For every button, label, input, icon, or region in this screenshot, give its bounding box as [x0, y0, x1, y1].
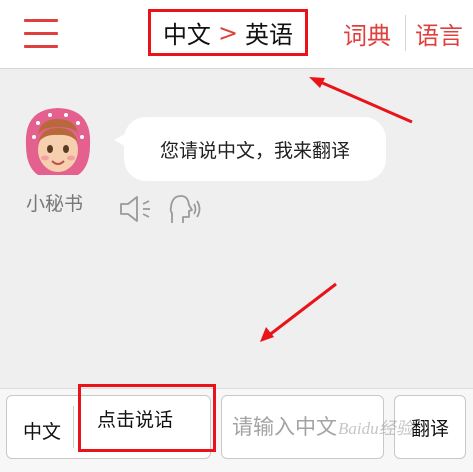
assistant-message: 您请说中文，我来翻译 [159, 139, 350, 162]
top-bar: 中文 > 英语 词典 语言 [0, 0, 473, 69]
tap-to-talk-button[interactable]: 点击说话 [78, 384, 216, 452]
language-arrow: > [217, 18, 239, 47]
translate-button[interactable]: 翻译 [394, 395, 466, 459]
assistant-name: 小秘书 [26, 193, 84, 215]
assistant-message-bubble: 您请说中文，我来翻译 [124, 117, 386, 181]
assistant-avatar [25, 108, 91, 175]
input-divider [73, 406, 74, 448]
dictionary-button[interactable]: 词典 [343, 16, 391, 51]
header-divider [405, 15, 406, 51]
input-language-toggle[interactable]: 中文 [23, 417, 61, 444]
target-language: 英语 [245, 21, 294, 49]
hamburger-menu-icon[interactable] [24, 19, 58, 49]
text-input-field[interactable] [221, 395, 384, 459]
source-language: 中文 [162, 21, 211, 49]
language-button[interactable]: 语言 [415, 16, 463, 51]
language-pair-selector[interactable]: 中文 > 英语 [148, 9, 308, 56]
annotation-arrow-bottom [260, 282, 337, 342]
speak-voice-icon[interactable] [168, 193, 204, 225]
annotation-arrow-top [309, 77, 413, 124]
speaker-icon[interactable] [118, 195, 154, 223]
